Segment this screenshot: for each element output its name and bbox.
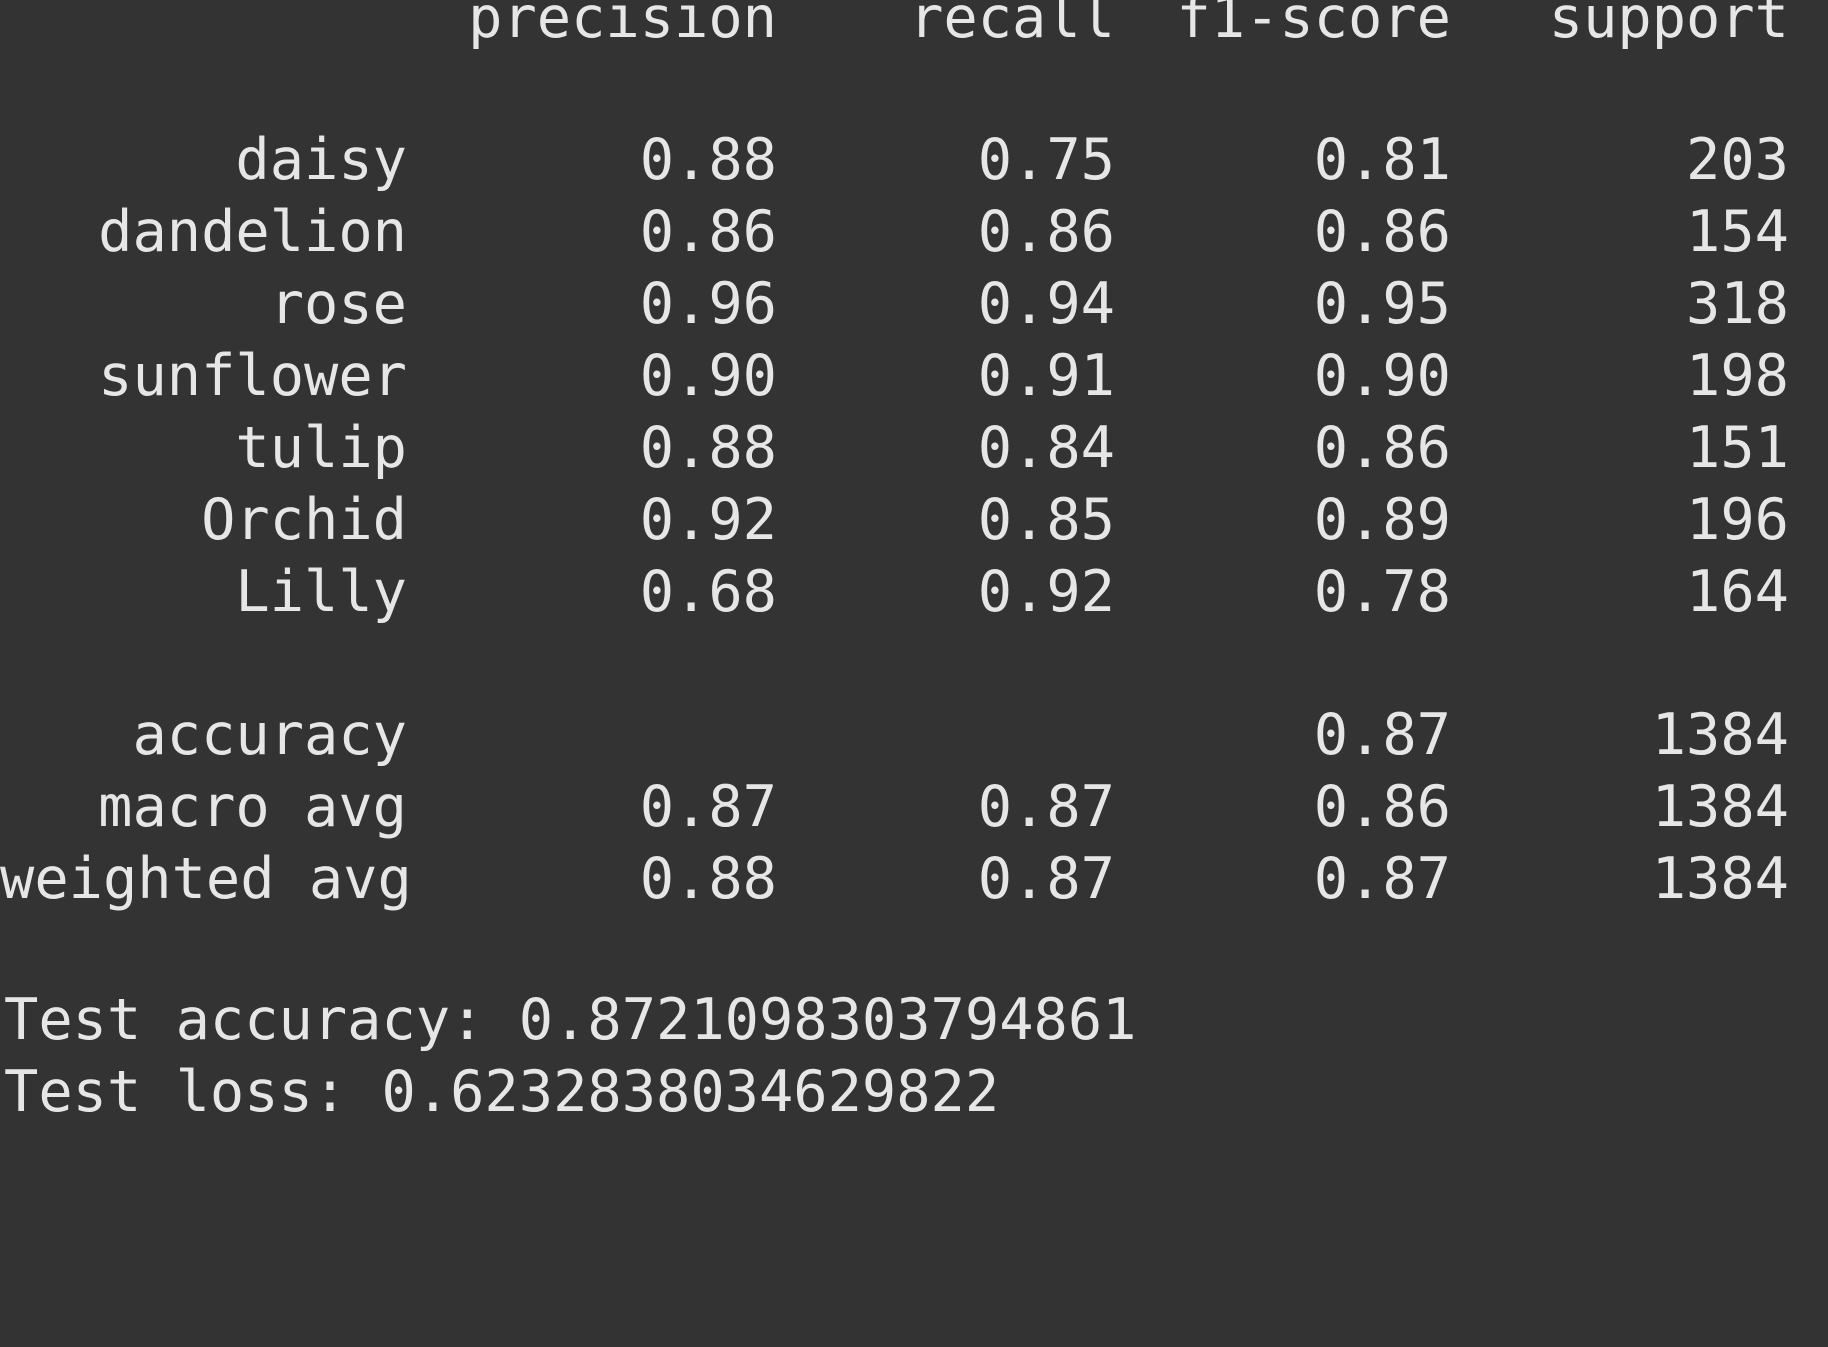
class-label: tulip (235, 415, 407, 481)
header-recall: recall (909, 0, 1115, 51)
class-label: daisy (235, 127, 407, 193)
precision-value: 0.90 (639, 343, 777, 409)
recall-value: 0.87 (977, 846, 1115, 912)
recall-value: 0.85 (977, 487, 1115, 553)
support-value: 164 (1686, 559, 1789, 625)
report-header-row: precision recall f1-score support (0, 0, 1828, 54)
class-label: Lilly (235, 559, 407, 625)
support-value: 154 (1686, 199, 1789, 265)
f1-score-value: 0.90 (1313, 343, 1451, 409)
precision-value: 0.87 (639, 774, 777, 840)
precision-value: 0.68 (639, 559, 777, 625)
recall-value: 0.75 (977, 127, 1115, 193)
accuracy-f1-value: 0.87 (1313, 702, 1451, 768)
console-output: precision recall f1-score support daisy … (0, 0, 1828, 1132)
table-row: daisy 0.88 0.75 0.81 203 (0, 124, 1828, 196)
support-value: 203 (1686, 127, 1789, 193)
precision-value: 0.96 (639, 271, 777, 337)
table-row: Orchid 0.92 0.85 0.89 196 (0, 484, 1828, 556)
table-row: sunflower 0.90 0.91 0.90 198 (0, 340, 1828, 412)
accuracy-label: accuracy (132, 702, 407, 768)
weighted-avg-row: weighted avg 0.88 0.87 0.87 1384 (0, 843, 1828, 915)
f1-score-value: 0.78 (1313, 559, 1451, 625)
class-label: sunflower (98, 343, 407, 409)
support-value: 1384 (1651, 774, 1789, 840)
weighted-avg-label: weighted avg (0, 846, 412, 912)
header-precision: precision (468, 0, 777, 51)
test-loss-line: Test loss: 0.6232838034629822 (4, 1059, 1000, 1125)
header-f1-score: f1-score (1176, 0, 1451, 51)
f1-score-value: 0.87 (1313, 846, 1451, 912)
support-value: 151 (1686, 415, 1789, 481)
f1-score-value: 0.86 (1313, 774, 1451, 840)
table-row: Lilly 0.68 0.92 0.78 164 (0, 556, 1828, 628)
precision-value: 0.88 (639, 846, 777, 912)
recall-value: 0.86 (977, 199, 1115, 265)
class-label: dandelion (98, 199, 407, 265)
f1-score-value: 0.95 (1313, 271, 1451, 337)
macro-avg-row: macro avg 0.87 0.87 0.86 1384 (0, 771, 1828, 843)
recall-value: 0.92 (977, 559, 1115, 625)
recall-value: 0.84 (977, 415, 1115, 481)
macro-avg-label: macro avg (98, 774, 407, 840)
support-value: 198 (1686, 343, 1789, 409)
table-row: dandelion 0.86 0.86 0.86 154 (0, 196, 1828, 268)
f1-score-value: 0.89 (1313, 487, 1451, 553)
f1-score-value: 0.86 (1313, 415, 1451, 481)
recall-value: 0.87 (977, 774, 1115, 840)
precision-value: 0.92 (639, 487, 777, 553)
test-accuracy-line: Test accuracy: 0.8721098303794861 (4, 987, 1137, 1053)
accuracy-support-value: 1384 (1651, 702, 1789, 768)
table-row: rose 0.96 0.94 0.95 318 (0, 268, 1828, 340)
support-value: 1384 (1651, 846, 1789, 912)
f1-score-value: 0.81 (1313, 127, 1451, 193)
recall-value: 0.94 (977, 271, 1115, 337)
class-label: Orchid (201, 487, 407, 553)
precision-value: 0.86 (639, 199, 777, 265)
class-label: rose (269, 271, 407, 337)
precision-value: 0.88 (639, 415, 777, 481)
recall-value: 0.91 (977, 343, 1115, 409)
support-value: 318 (1686, 271, 1789, 337)
precision-value: 0.88 (639, 127, 777, 193)
accuracy-row: accuracy 0.87 1384 (0, 699, 1828, 771)
support-value: 196 (1686, 487, 1789, 553)
header-support: support (1548, 0, 1789, 51)
table-row: tulip 0.88 0.84 0.86 151 (0, 412, 1828, 484)
f1-score-value: 0.86 (1313, 199, 1451, 265)
